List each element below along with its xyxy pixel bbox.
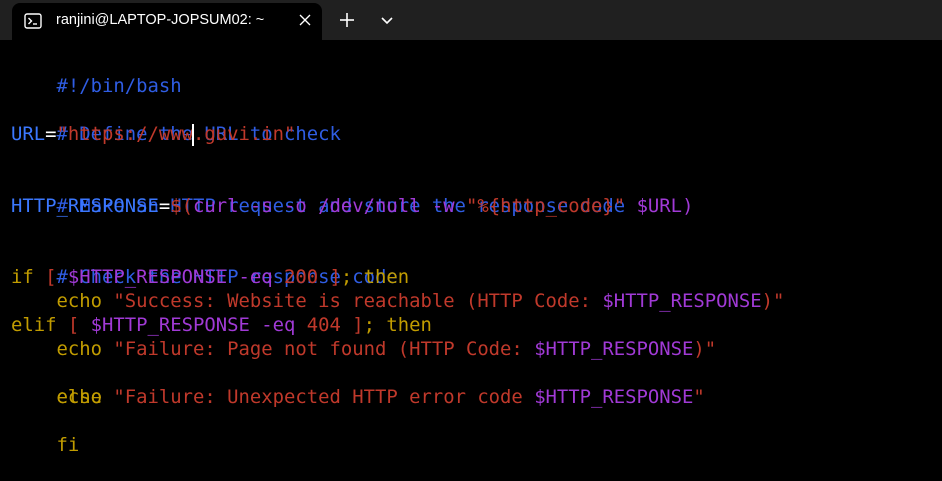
semicolon: ; <box>363 314 375 336</box>
semicolon: ; <box>340 266 353 288</box>
test-bracket-open: [ <box>33 266 68 288</box>
terminal-icon <box>24 13 42 29</box>
string-literal: "Success: Website is reachable (HTTP Cod… <box>102 290 603 312</box>
tab-title: ranjini@LAPTOP-JOPSUM02: ~ <box>56 12 265 28</box>
command-substitution-close: ) <box>682 195 694 217</box>
code-line: elif [ $HTTP_RESPONSE -eq 404 ]; then <box>11 313 432 337</box>
keyword-then: then <box>374 314 432 336</box>
plus-icon[interactable] <box>338 11 356 29</box>
code-line: echo "Success: Website is reachable (HTT… <box>11 289 785 313</box>
title-bar: ranjini@LAPTOP-JOPSUM02: ~ <box>0 0 942 40</box>
string-literal-end: )" <box>693 338 717 360</box>
code-line: if [ $HTTP_RESPONSE -eq 200 ]; then <box>11 265 409 289</box>
keyword-elif: elif <box>11 314 57 336</box>
format-string: "%{http_code}" <box>465 195 626 217</box>
code-line: #!/bin/bash <box>11 50 182 97</box>
number-literal: 200 <box>283 266 319 288</box>
string-literal: .guvi.in" <box>192 123 296 145</box>
keyword-if: if <box>11 266 34 288</box>
echo-command: echo <box>56 386 103 408</box>
terminal-tab[interactable]: ranjini@LAPTOP-JOPSUM02: ~ <box>12 3 322 40</box>
code-line: URL="https://www.guvi.in" <box>11 122 295 146</box>
keyword-then: then <box>352 266 410 288</box>
keyword-fi: fi <box>56 434 80 456</box>
test-bracket-open: [ <box>56 314 91 336</box>
variable-ref: $HTTP_RESPONSE <box>90 314 250 336</box>
command-substitution-open: $( <box>170 195 193 217</box>
code-line: echo "Failure: Page not found (HTTP Code… <box>11 337 717 361</box>
echo-command: echo <box>56 338 103 360</box>
string-literal: "Failure: Unexpected HTTP error code <box>102 386 535 408</box>
test-operator: -eq <box>249 314 307 336</box>
assign-operator: = <box>45 123 57 145</box>
command-text: curl -s -o /dev/null -w <box>192 195 466 217</box>
number-literal: 404 <box>306 314 341 336</box>
test-bracket-close: ] <box>340 314 364 336</box>
string-literal-end: " <box>693 386 705 408</box>
code-line: # Define the URL to check <box>11 98 341 145</box>
variable-ref: $HTTP_RESPONSE <box>67 266 228 288</box>
code-line: # Check the HTTP response code <box>11 241 398 288</box>
variable-ref: $HTTP_RESPONSE <box>534 386 694 408</box>
code-line: # Make an HTTP request and store the res… <box>11 170 626 217</box>
code-line: else <box>11 361 103 408</box>
test-operator: -eq <box>227 266 284 288</box>
assign-operator: = <box>158 195 171 217</box>
test-bracket-close: ] <box>318 266 341 288</box>
variable-ref: $URL <box>636 195 683 217</box>
code-line: fi <box>11 409 80 456</box>
shebang: #!/bin/bash <box>56 75 182 97</box>
tab-title-fade <box>262 9 284 35</box>
terminal-content[interactable]: #!/bin/bash # Define the URL to check UR… <box>0 40 942 462</box>
string-literal: "Failure: Page not found (HTTP Code: <box>102 338 535 360</box>
code-line: echo "Failure: Unexpected HTTP error cod… <box>11 385 705 409</box>
variable-ref: $HTTP_RESPONSE <box>602 290 762 312</box>
string-literal: "https://www <box>56 123 193 145</box>
variable-name: HTTP_RESPONSE <box>11 195 159 217</box>
string-literal-end: )" <box>761 290 785 312</box>
chevron-down-icon[interactable] <box>380 13 394 25</box>
close-icon[interactable] <box>298 13 312 27</box>
variable-name: URL <box>11 123 46 145</box>
code-line: HTTP_RESPONSE=$(curl -s -o /dev/null -w … <box>11 194 693 218</box>
echo-command: echo <box>56 290 103 312</box>
variable-ref: $HTTP_RESPONSE <box>534 338 694 360</box>
